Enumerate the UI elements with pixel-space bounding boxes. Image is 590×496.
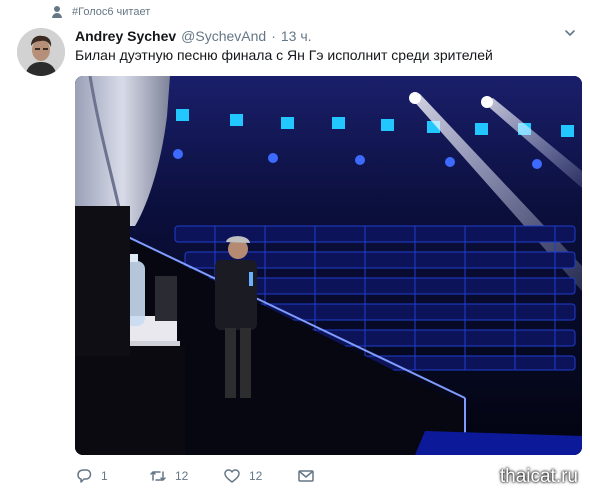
retweet-count: 12 [175,469,189,483]
author-handle[interactable]: @SychevAnd [181,28,266,44]
direct-message-button[interactable] [297,467,323,485]
author-name[interactable]: Andrey Sychev [75,28,176,44]
reply-button[interactable]: 1 [75,467,115,485]
like-button[interactable]: 12 [223,467,263,485]
envelope-icon [298,470,314,482]
tweet-actions: 1 12 12 [75,466,357,486]
stage-photo-image [75,76,582,455]
timestamp[interactable]: 13 ч. [281,28,312,44]
avatar[interactable] [17,28,65,76]
heart-icon [224,469,240,483]
retweet-button[interactable]: 12 [149,467,189,485]
tweet-text: Билан дуэтную песню финала с Ян Гэ испол… [75,47,493,63]
social-context[interactable]: #Голос6 читает [52,4,150,20]
separator: · [271,28,276,44]
tweet-header: Andrey Sychev @SychevAnd · 13 ч. [75,28,312,44]
person-icon [52,6,62,18]
chevron-down-icon[interactable] [564,27,576,39]
tweet-photo[interactable] [75,76,582,455]
retweet-icon [150,471,166,481]
watermark: thaicat.ru [499,466,578,487]
reply-count: 1 [101,469,108,483]
social-context-label: #Голос6 читает [72,6,151,18]
like-count: 12 [249,469,263,483]
reply-icon [77,469,92,483]
